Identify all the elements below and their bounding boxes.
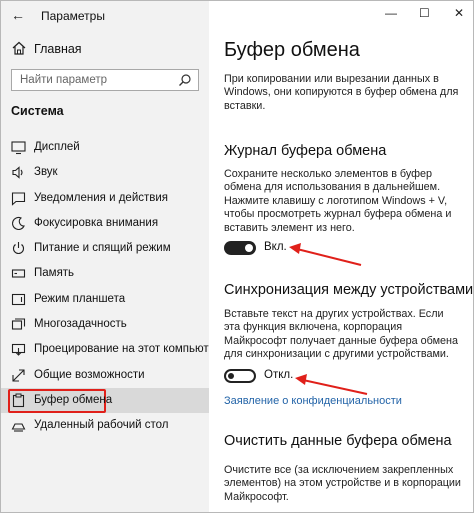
toggle-knob: [228, 373, 234, 379]
sidebar-item-tablet-mode[interactable]: Режим планшета: [1, 287, 209, 312]
shared-experiences-icon: [12, 369, 25, 382]
tablet-mode-icon: [11, 293, 26, 305]
sidebar-item-shared-experiences[interactable]: Общие возможности: [1, 363, 209, 388]
multitasking-icon: [11, 318, 26, 330]
storage-icon: [11, 269, 26, 279]
window-title: Параметры: [41, 9, 105, 23]
intro-text: При копировании или вырезании данных в W…: [224, 73, 459, 112]
close-icon[interactable]: ✕: [454, 7, 464, 19]
back-arrow-icon[interactable]: ←: [11, 8, 25, 22]
clipboard-icon: [12, 393, 25, 408]
sidebar-item-power[interactable]: Питание и спящий режим: [1, 236, 209, 261]
clear-heading: Очистить данные буфера обмена: [224, 433, 452, 449]
sidebar-item-label: Буфер обмена: [34, 393, 113, 406]
sidebar-item-label: Проецирование на этот компьютер: [34, 343, 222, 356]
sidebar-item-display[interactable]: Дисплей: [1, 135, 209, 160]
annotation-arrow-sync: [295, 374, 368, 395]
sidebar-item-label: Питание и спящий режим: [34, 242, 171, 255]
display-icon: [11, 141, 26, 155]
history-heading: Журнал буфера обмена: [224, 143, 387, 159]
title-bar: ← Параметры: [1, 1, 209, 29]
sidebar-item-notifications[interactable]: Уведомления и действия: [1, 186, 209, 211]
toggle-knob: [245, 244, 253, 252]
settings-window: ← Параметры Главная Система: [0, 0, 474, 513]
sidebar-item-storage[interactable]: Память: [1, 261, 209, 286]
section-title: Система: [11, 104, 64, 118]
history-toggle[interactable]: [224, 241, 256, 255]
sidebar-item-projecting[interactable]: Проецирование на этот компьютер: [1, 337, 221, 362]
sidebar-item-multitasking[interactable]: Многозадачность: [1, 312, 209, 337]
remote-desktop-icon: [11, 423, 26, 432]
sidebar-item-focus-assist[interactable]: Фокусировка внимания: [1, 211, 209, 236]
power-icon: [13, 242, 24, 255]
projecting-icon: [11, 344, 26, 357]
sidebar-item-label: Многозадачность: [34, 318, 127, 331]
sync-heading: Синхронизация между устройствами: [224, 282, 474, 298]
sync-toggle-label: Откл.: [264, 369, 294, 381]
sidebar-item-label: Звук: [34, 166, 58, 179]
clear-description: Очистите все (за исключением закрепленны…: [224, 464, 461, 503]
sync-toggle[interactable]: [224, 369, 256, 383]
sidebar-item-label: Режим планшета: [34, 292, 126, 305]
sidebar-item-label: Уведомления и действия: [34, 191, 169, 204]
sync-description: Вставьте текст на других устройствах. Ес…: [224, 308, 458, 361]
history-toggle-label: Вкл.: [264, 241, 287, 253]
search-icon[interactable]: [178, 73, 192, 87]
sidebar-item-clipboard[interactable]: Буфер обмена: [1, 387, 209, 414]
sidebar-item-label: Дисплей: [34, 141, 80, 153]
sidebar-nav: Дисплей Звук Уведомления и действия Фоку…: [1, 135, 221, 439]
home-icon: [12, 41, 26, 55]
search-box[interactable]: [11, 69, 199, 91]
minimize-icon[interactable]: —: [385, 7, 397, 19]
sidebar: ← Параметры Главная Система: [1, 1, 221, 512]
annotation-arrow-history: [289, 243, 362, 266]
history-description: Сохраните несколько элементов в буфер об…: [224, 168, 452, 234]
sidebar-item-sound[interactable]: Звук: [1, 160, 209, 185]
sidebar-item-label: Удаленный рабочий стол: [34, 419, 169, 432]
search-input[interactable]: [12, 70, 180, 90]
home-link[interactable]: Главная: [1, 39, 209, 59]
sound-icon: [12, 166, 23, 179]
sidebar-item-label: Общие возможности: [34, 368, 145, 381]
focus-assist-icon: [12, 216, 25, 230]
notifications-icon: [11, 192, 26, 206]
sidebar-item-remote-desktop[interactable]: Удаленный рабочий стол: [1, 413, 209, 438]
sidebar-item-label: Память: [34, 267, 75, 280]
window-controls: — ☐ ✕: [363, 1, 473, 27]
page-title: Буфер обмена: [224, 39, 360, 61]
maximize-icon[interactable]: ☐: [419, 7, 430, 19]
home-label: Главная: [34, 42, 82, 56]
sidebar-item-label: Фокусировка внимания: [34, 216, 159, 229]
